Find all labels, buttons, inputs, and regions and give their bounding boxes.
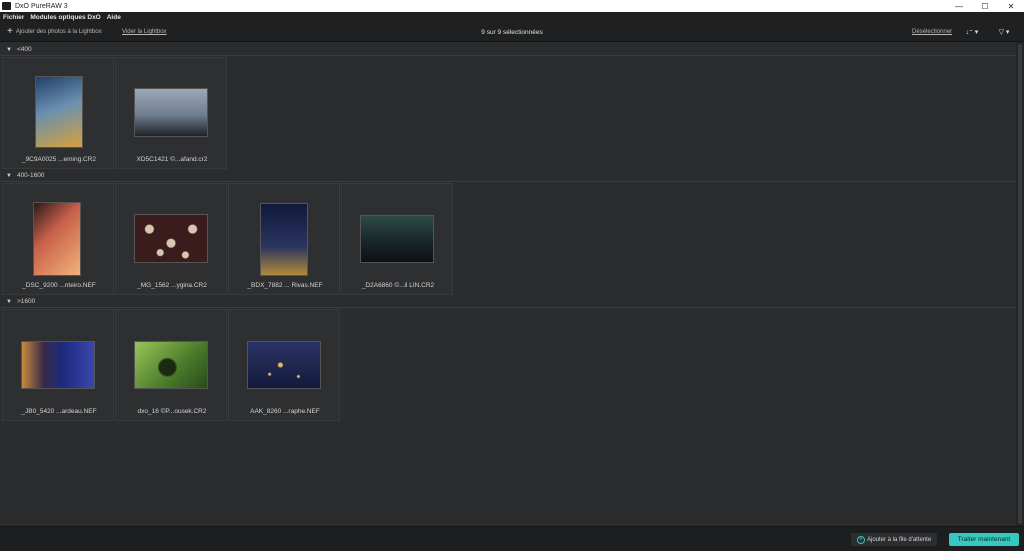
photo-filename: _BDX_7882 ... Rivas.NEF [247, 282, 323, 289]
photo-tile[interactable]: _9C9A0025 ...eming.CR2 [2, 57, 114, 169]
photo-tile[interactable]: _MG_1562 ...ygina.CR2 [115, 183, 227, 295]
photo-tile[interactable]: _JB0_5420 ...ardeau.NEF [2, 309, 114, 421]
footer-bar: + Ajouter à la file d'attente Traiter ma… [0, 526, 1024, 551]
add-circle-icon: + [857, 535, 865, 544]
photo-tile[interactable]: _BDX_7882 ... Rivas.NEF [228, 183, 340, 295]
close-button[interactable]: ✕ [998, 0, 1024, 12]
menu-bar: Fichier Modules optiques DxO Aide [0, 12, 1024, 22]
group-header[interactable]: ▼ <400 [0, 44, 1016, 56]
photo-filename: _MG_1562 ...ygina.CR2 [137, 282, 207, 289]
photo-thumbnail [260, 203, 308, 276]
collapse-caret-icon[interactable]: ▼ [6, 47, 12, 53]
photo-tile[interactable]: _D2A6860 ©...il LIN.CR2 [341, 183, 453, 295]
sort-dropdown[interactable]: ↓⁼ ▾ [962, 26, 982, 38]
photo-filename: _9C9A0025 ...eming.CR2 [21, 156, 97, 163]
photo-thumbnail [21, 341, 95, 389]
title-bar: DxO PureRAW 3 — ☐ ✕ [0, 0, 1024, 12]
photo-filename: XD5C1421 ©...afand.cr2 [136, 156, 208, 163]
photo-filename: _D2A6860 ©...il LIN.CR2 [361, 282, 435, 289]
photo-filename: AAK_8260 ...raphe.NEF [250, 408, 320, 415]
group-label: >1600 [16, 298, 36, 305]
add-to-queue-button[interactable]: + Ajouter à la file d'attente [851, 533, 938, 546]
lightbox-content: ▼ <400 _9C9A0025 ...eming.CR2 XD5C1421 ©… [0, 42, 1016, 526]
group-label: <400 [16, 46, 32, 53]
maximize-button[interactable]: ☐ [972, 0, 998, 12]
selection-count: 9 sur 9 sélectionnées [481, 29, 543, 36]
photo-thumbnail [35, 76, 83, 148]
minimize-button[interactable]: — [946, 0, 972, 12]
photo-thumbnail [134, 214, 208, 263]
photo-tile[interactable]: AAK_8260 ...raphe.NEF [228, 309, 340, 421]
photo-filename: _DSC_9200 ...nteiro.NEF [22, 282, 96, 289]
process-now-button[interactable]: Traiter maintenant [949, 533, 1019, 546]
photo-thumbnail [360, 215, 434, 263]
photo-thumbnail [134, 88, 208, 137]
menu-help[interactable]: Aide [107, 14, 121, 21]
collapse-caret-icon[interactable]: ▼ [6, 299, 12, 305]
photo-filename: dxo_16 ©P...ousek.CR2 [137, 408, 207, 415]
app-logo-icon [2, 2, 11, 10]
menu-file[interactable]: Fichier [3, 14, 24, 21]
menu-optical-modules[interactable]: Modules optiques DxO [30, 14, 100, 21]
vertical-scrollbar[interactable] [1016, 42, 1024, 526]
photo-filename: _JB0_5420 ...ardeau.NEF [21, 408, 97, 415]
toolbar: + Ajouter des photos à la Lightbox Vider… [0, 22, 1024, 42]
filter-dropdown[interactable]: ▽ ▾ [994, 26, 1014, 38]
scrollbar-thumb[interactable] [1018, 44, 1022, 524]
photo-tile[interactable]: dxo_16 ©P...ousek.CR2 [115, 309, 227, 421]
photo-thumbnail [134, 341, 208, 389]
window-title: DxO PureRAW 3 [15, 2, 68, 10]
add-to-queue-label: Ajouter à la file d'attente [867, 536, 932, 543]
photo-thumbnail [247, 341, 321, 389]
photo-thumbnail [33, 202, 81, 276]
window-controls: — ☐ ✕ [946, 0, 1024, 12]
collapse-caret-icon[interactable]: ▼ [6, 173, 12, 179]
group-header[interactable]: ▼ >1600 [0, 296, 1016, 308]
group-header[interactable]: ▼ 400-1600 [0, 170, 1016, 182]
deselect-link[interactable]: Désélectionner [912, 29, 952, 35]
photo-tile[interactable]: XD5C1421 ©...afand.cr2 [115, 57, 227, 169]
group-label: 400-1600 [16, 172, 45, 179]
photo-tile[interactable]: _DSC_9200 ...nteiro.NEF [2, 183, 114, 295]
